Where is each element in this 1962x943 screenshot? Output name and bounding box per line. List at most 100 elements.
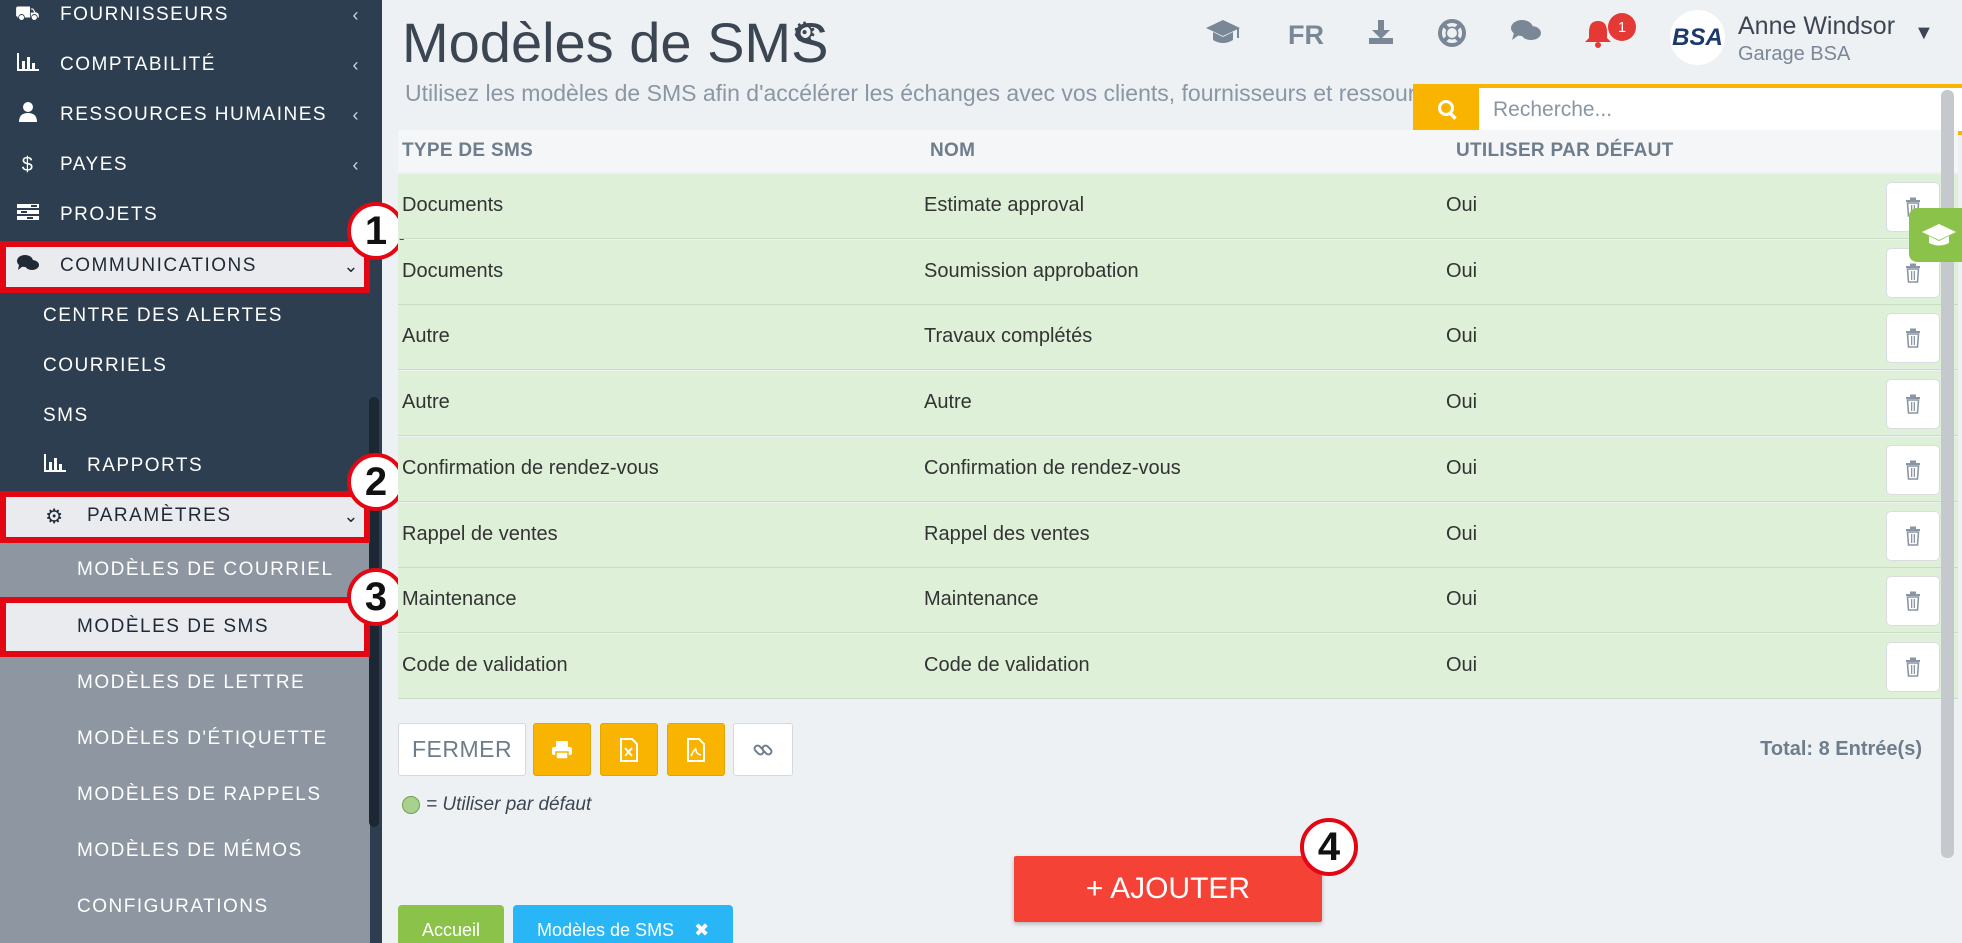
table-scrollbar[interactable] [1941,90,1954,858]
chevron-left-icon: ‹ [352,4,360,25]
sidebar-item-ressources-humaines[interactable]: RESSOURCES HUMAINES ‹ [0,90,370,140]
print-icon[interactable] [533,723,591,776]
gear-icon: ⚙ [45,505,65,528]
annotation-number: 3 [347,568,405,626]
graduation-cap-icon[interactable] [1909,208,1962,262]
sidebar-item-centre-des-alertes[interactable]: CENTRE DES ALERTES [0,291,370,341]
cell-nom: Code de validation [924,653,1090,676]
chat-icon[interactable] [1510,18,1542,52]
search-input[interactable] [1479,88,1959,131]
sidebar-item-label: RAPPORTS [87,455,204,476]
close-icon[interactable]: ✖ [694,920,709,941]
sidebar-item-modeles-de-sms[interactable]: MODÈLES DE SMS [0,599,370,655]
default-indicator-dot [402,796,420,814]
sidebar-item-label: MODÈLES DE RAPPELS [77,784,322,805]
cell-default: Oui [1446,588,1478,611]
add-button[interactable]: + AJOUTER [1014,856,1322,922]
bar-chart-icon [14,52,42,78]
user-company: Garage BSA [1738,43,1851,65]
cell-nom: Rappel des ventes [924,522,1090,545]
column-header-nom[interactable]: NOM [930,140,975,162]
trash-icon[interactable] [1886,379,1940,430]
cell-type: Confirmation de rendez-vous [402,456,659,479]
bar-chart-icon [41,453,69,479]
cell-type: Maintenance [402,588,517,611]
sidebar-item-label: CENTRE DES ALERTES [43,305,283,326]
column-header-default[interactable]: UTILISER PAR DÉFAUT [1456,140,1674,162]
close-button[interactable]: FERMER [398,723,526,776]
cell-nom: Soumission approbation [924,259,1139,282]
sidebar: ⛟ FOURNISSEURS ‹ COMPTABILITÉ ‹ RESSOURC… [0,0,382,943]
download-icon[interactable] [1367,18,1395,54]
cell-nom: Confirmation de rendez-vous [924,456,1181,479]
sidebar-item-modeles-de-courriel[interactable]: MODÈLES DE COURRIEL [0,542,370,598]
lifebuoy-icon[interactable] [1437,18,1467,56]
sidebar-item-payes[interactable]: $ PAYES ‹ [0,140,370,190]
table-row[interactable]: Confirmation de rendez-vous Confirmation … [398,436,1958,502]
language-selector[interactable]: FR [1288,20,1324,51]
sidebar-item-courriels[interactable]: COURRIELS [0,341,370,391]
cell-nom: Maintenance [924,588,1039,611]
sidebar-item-communications[interactable]: COMMUNICATIONS ⌄ [0,241,370,291]
cell-type: Documents [402,259,504,282]
graduation-cap-icon[interactable] [1205,18,1241,54]
excel-export-icon[interactable] [600,723,658,776]
sidebar-item-modeles-de-memos[interactable]: MODÈLES DE MÉMOS [0,823,370,879]
tab-modeles-de-sms[interactable]: Modèles de SMS ✖ [513,905,733,943]
trash-icon[interactable] [1886,444,1940,495]
cell-nom: Estimate approval [924,194,1085,216]
column-header-type[interactable]: TYPE DE SMS [402,140,533,162]
legend-text: = Utiliser par défaut [426,794,592,815]
cell-type: Autre [402,325,450,348]
sidebar-item-fournisseurs[interactable]: ⛟ FOURNISSEURS ‹ [0,0,370,40]
sidebar-item-modeles-de-rappels[interactable]: MODÈLES DE RAPPELS [0,767,370,823]
gear-icon[interactable]: ⚙ [792,16,817,49]
table-row[interactable]: Maintenance Maintenance Oui [398,568,1958,634]
sidebar-item-comptabilite[interactable]: COMPTABILITÉ ‹ [0,40,370,90]
pdf-export-icon[interactable] [667,723,725,776]
chevron-left-icon: ‹ [352,154,360,175]
sidebar-item-label: PAYES [60,154,129,175]
sidebar-item-label: COURRIELS [43,355,168,376]
chevron-down-icon: ⌄ [343,505,360,526]
link-icon[interactable] [733,723,793,776]
sidebar-item-label: PROJETS [60,204,159,225]
user-icon [14,101,42,129]
table-row[interactable]: Autre Autre Oui [398,371,1958,437]
table-row[interactable]: Rappel de ventes Rappel des ventes Oui [398,502,1958,568]
table-row[interactable]: Autre Travaux complétés Oui [398,305,1958,371]
sidebar-item-label: SMS [43,405,89,426]
caret-down-icon[interactable]: ▼ [1914,22,1934,45]
table-row[interactable]: Documents Soumission approbation Oui [398,239,1958,305]
page-subtitle: Utilisez les modèles de SMS afin d'accél… [405,80,1415,106]
total-entries: Total: 8 Entrée(s) [1760,738,1922,760]
trash-icon[interactable] [1886,576,1940,627]
sidebar-item-label: RESSOURCES HUMAINES [60,104,328,125]
cell-default: Oui [1446,522,1478,545]
sidebar-item-label: COMPTABILITÉ [60,54,216,75]
sidebar-item-label: MODÈLES DE COURRIEL [77,559,334,580]
tab-accueil[interactable]: Accueil [398,905,504,943]
sidebar-item-configurations[interactable]: CONFIGURATIONS [0,879,370,935]
table-row[interactable]: Documents Estimate approval Oui [398,174,1958,239]
sidebar-item-parametres[interactable]: ⚙ PARAMÈTRES ⌄ [0,491,370,541]
table-row[interactable]: Code de validation Code de validation Oui [398,633,1958,699]
user-name[interactable]: Anne Windsor [1738,12,1895,41]
cell-default: Oui [1446,456,1478,479]
sidebar-item-projets[interactable]: PROJETS [0,190,370,240]
cell-nom: Autre [924,391,972,414]
trash-icon[interactable] [1886,510,1940,561]
sidebar-item-label: FOURNISSEURS [60,4,229,25]
sidebar-item-modeles-de-lettre[interactable]: MODÈLES DE LETTRE [0,655,370,711]
search-icon[interactable] [1417,88,1479,131]
sidebar-item-rapports[interactable]: RAPPORTS [0,441,370,491]
trash-icon[interactable] [1886,313,1940,364]
cell-default: Oui [1446,391,1478,414]
cell-type: Code de validation [402,653,568,676]
sidebar-item-modeles-d-etiquette[interactable]: MODÈLES D'ÉTIQUETTE [0,711,370,767]
trash-icon[interactable] [1886,641,1940,692]
avatar[interactable]: BSA [1670,10,1725,65]
chevron-down-icon: ⌄ [343,255,360,276]
cell-type: Autre [402,391,450,414]
sidebar-item-sms[interactable]: SMS [0,391,370,441]
